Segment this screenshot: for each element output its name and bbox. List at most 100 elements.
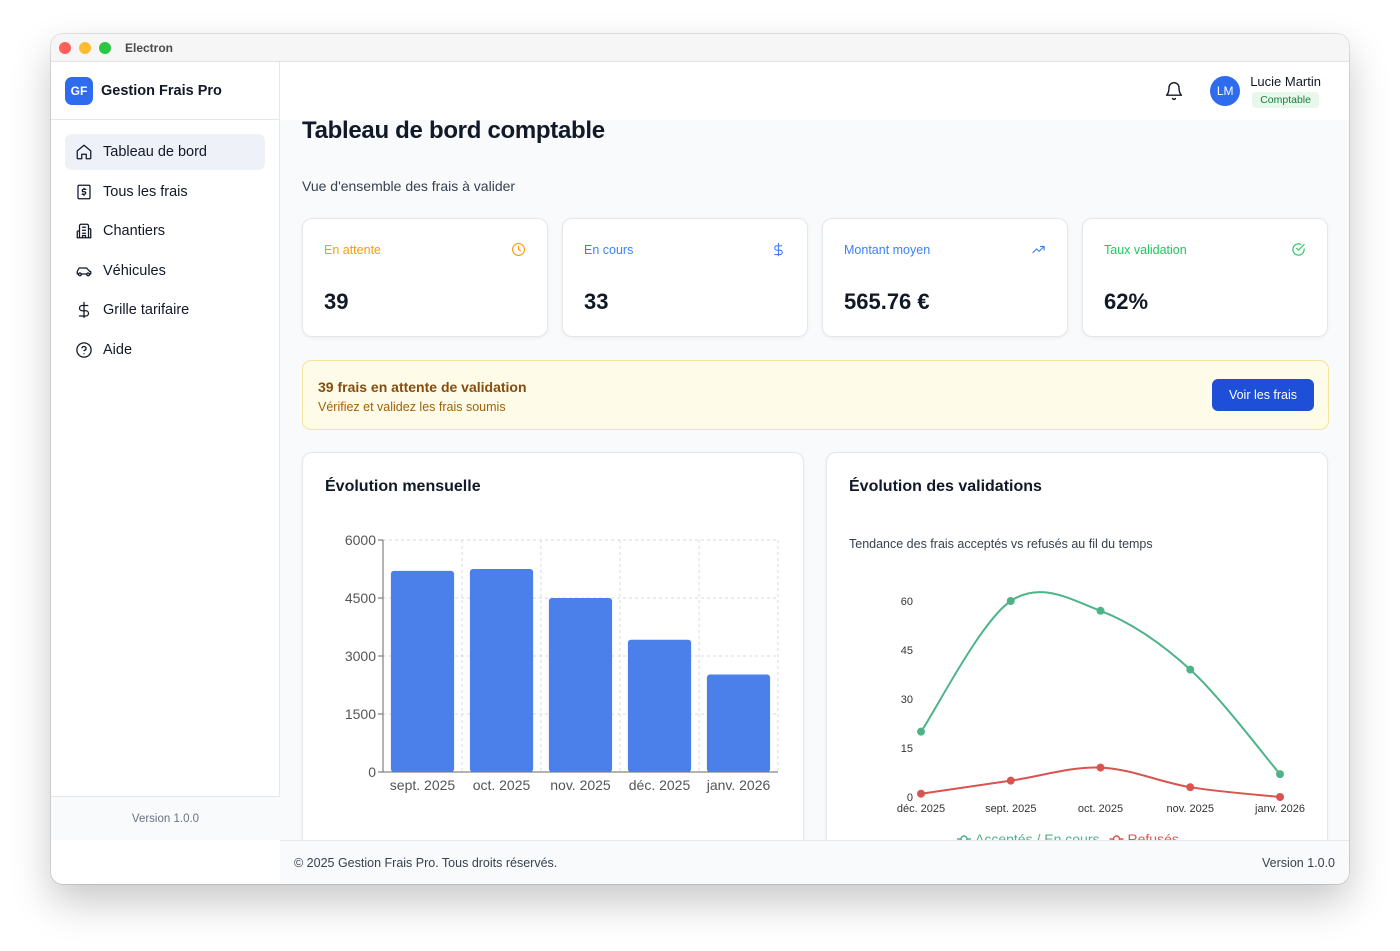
stat-label: En attente: [324, 243, 381, 257]
data-point: [1096, 763, 1105, 772]
stat-value: 33: [584, 289, 609, 314]
sidebar-item-dashboard[interactable]: Tableau de bord: [65, 134, 265, 170]
user-name: Lucie Martin: [1250, 74, 1321, 89]
stat-card-pending: En attente 39: [302, 218, 548, 337]
x-tick-label: sept. 2025: [390, 777, 456, 793]
avatar[interactable]: LM: [1210, 76, 1241, 106]
x-tick-label: nov. 2025: [1166, 803, 1214, 815]
validation-chart-card: Évolution des validations Tendance des f…: [826, 452, 1328, 840]
top-header: LM Lucie Martin Comptable: [280, 62, 1349, 120]
data-point: [1096, 606, 1105, 615]
bell-icon: [1165, 82, 1183, 101]
series-line: [920, 766, 1281, 798]
legend-item: Acceptés / En cours: [957, 831, 1100, 840]
trending-up-icon: [1031, 242, 1046, 257]
legend-item: Refusés: [1109, 831, 1179, 840]
sidebar-item-rate-grid[interactable]: Grille tarifaire: [65, 292, 265, 328]
series-line: [920, 591, 1281, 775]
footer-version: Version 1.0.0: [1262, 855, 1335, 870]
monthly-chart-card: Évolution mensuelle 0 1500 3000 4500 6000 sep…: [302, 452, 804, 840]
sidebar-item-label: Tableau de bord: [103, 144, 207, 160]
check-circle-icon: [1291, 242, 1306, 257]
brand-name: Gestion Frais Pro: [101, 82, 222, 99]
close-window-button[interactable]: [59, 41, 71, 54]
data-point: [1276, 793, 1284, 801]
receipt-dollar-icon: [77, 184, 91, 199]
stat-card-validation-rate: Taux validation 62%: [1082, 218, 1328, 337]
dollar-icon: [771, 242, 786, 257]
title-bar: Electron: [51, 34, 1349, 62]
stat-value: 39: [324, 289, 349, 314]
sidebar-item-label: Aide: [103, 341, 133, 358]
sidebar-item-vehicles[interactable]: Véhicules: [65, 253, 265, 289]
user-role-badge: Comptable: [1252, 92, 1319, 108]
sidebar: GF Gestion Frais Pro Tableau de bord Tou…: [51, 62, 280, 840]
bar: [706, 674, 771, 772]
stat-label: En cours: [584, 243, 634, 257]
minimize-window-button[interactable]: [79, 41, 91, 54]
car-icon: [76, 266, 92, 276]
sidebar-version: Version 1.0.0: [51, 796, 280, 840]
data-point: [1186, 665, 1195, 674]
alert-subtitle: Vérifiez et validez les frais soumis: [318, 400, 506, 414]
bar: [469, 569, 534, 772]
x-tick-label: oct. 2025: [473, 777, 531, 793]
notifications-button[interactable]: [1164, 81, 1184, 101]
page-subtitle: Vue d'ensemble des frais à valider: [302, 178, 516, 194]
data-point: [917, 789, 925, 798]
sidebar-item-label: Grille tarifaire: [103, 302, 190, 318]
stat-label: Montant moyen: [844, 243, 931, 257]
home-icon: [76, 144, 92, 160]
view-expenses-button[interactable]: Voir les frais: [1212, 379, 1314, 411]
window-title: Electron: [125, 40, 174, 55]
main-content[interactable]: Tableau de bord comptable Vue d'ensemble…: [280, 120, 1349, 840]
building-icon: [76, 223, 92, 239]
y-tick-label: 4500: [345, 590, 376, 606]
x-tick-label: janv. 2026: [1254, 803, 1305, 815]
stat-value: 62%: [1104, 289, 1149, 314]
stat-label: Taux validation: [1104, 243, 1187, 257]
data-point: [1006, 597, 1015, 605]
bar: [548, 598, 613, 772]
x-tick-label: sept. 2025: [985, 803, 1036, 815]
sidebar-item-label: Chantiers: [103, 223, 166, 239]
y-tick-label: 60: [901, 596, 913, 608]
footer-copyright: © 2025 Gestion Frais Pro. Tous droits ré…: [294, 855, 558, 870]
help-circle-icon: [76, 341, 92, 358]
y-tick-label: 1500: [345, 706, 376, 722]
stat-card-average-amount: Montant moyen 565.76 €: [822, 218, 1068, 337]
brand: GF Gestion Frais Pro: [51, 62, 279, 120]
x-tick-label: janv. 2026: [706, 777, 771, 793]
pending-alert-banner: 39 frais en attente de validation Vérifi…: [302, 360, 1329, 430]
x-tick-label: nov. 2025: [550, 777, 611, 793]
x-tick-label: déc. 2025: [897, 803, 945, 815]
y-tick-label: 6000: [345, 532, 376, 548]
brand-logo: GF: [65, 76, 93, 105]
alert-title: 39 frais en attente de validation: [318, 379, 527, 395]
bar: [627, 639, 692, 772]
stat-card-in-progress: En cours 33: [562, 218, 808, 337]
sidebar-item-help[interactable]: Aide: [65, 332, 265, 368]
app-window: Electron GF Gestion Frais Pro Tableau de…: [51, 34, 1349, 884]
sidebar-item-all-expenses[interactable]: Tous les frais: [65, 174, 265, 210]
y-tick-label: 3000: [345, 648, 376, 664]
data-point: [917, 727, 925, 736]
legend-label: Refusés: [1128, 831, 1179, 840]
sidebar-item-sites[interactable]: Chantiers: [65, 213, 265, 249]
data-point: [1186, 783, 1195, 792]
user-info[interactable]: Lucie Martin Comptable: [1250, 74, 1321, 108]
y-tick-label: 30: [901, 694, 913, 706]
data-point: [1006, 776, 1015, 785]
x-tick-label: déc. 2025: [629, 777, 691, 793]
footer: © 2025 Gestion Frais Pro. Tous droits ré…: [280, 840, 1349, 884]
sidebar-nav: Tableau de bord Tous les frais Chantiers…: [51, 120, 279, 385]
bar: [390, 570, 455, 772]
y-tick-label: 45: [901, 645, 913, 657]
sidebar-item-label: Véhicules: [103, 262, 166, 279]
y-tick-label: 15: [901, 743, 913, 755]
clock-icon: [511, 242, 526, 257]
validation-line-chart: 015304560déc. 2025 sept. 2025 oct. 2025 nov…: [897, 591, 1305, 840]
maximize-window-button[interactable]: [99, 41, 111, 54]
page-title: Tableau de bord comptable: [302, 120, 605, 144]
legend-label: Acceptés / En cours: [975, 831, 1100, 840]
